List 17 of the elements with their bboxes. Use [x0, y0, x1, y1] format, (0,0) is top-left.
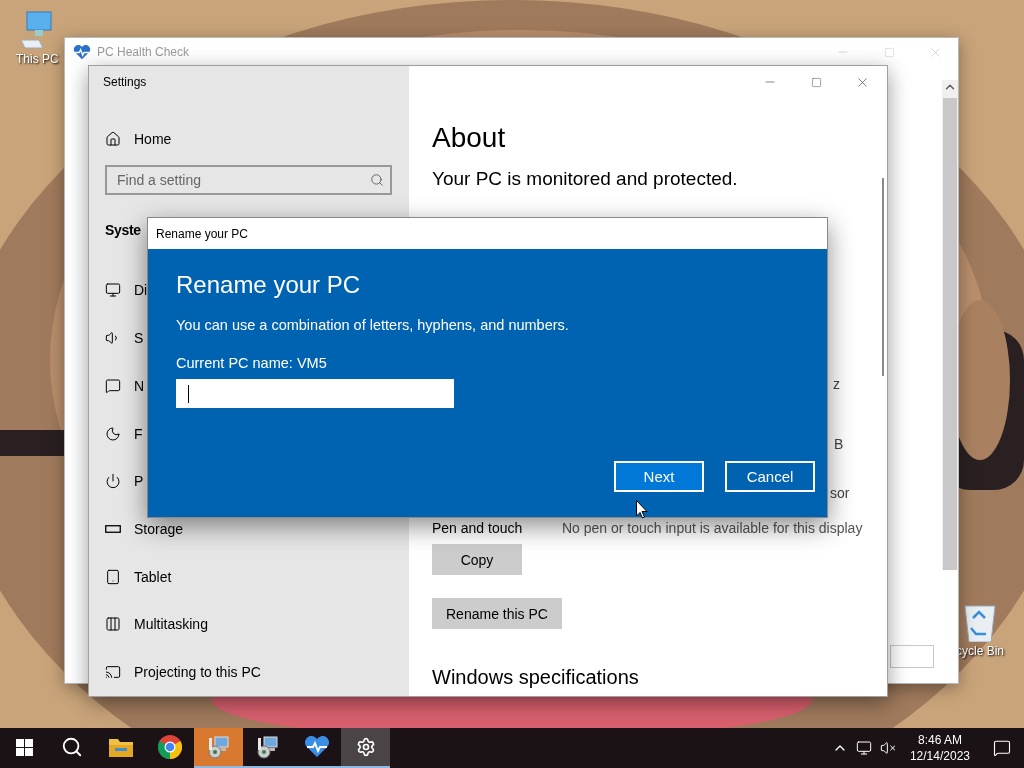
spec-value: No pen or touch input is available for this display	[562, 520, 863, 536]
time-text: 8:46 AM	[917, 732, 962, 748]
window-title: Settings	[103, 75, 148, 91]
status-text: Your PC is monitored and protected.	[432, 168, 738, 190]
spec-label: Pen and touch	[432, 520, 522, 536]
section-heading: Windows specifications	[432, 666, 639, 689]
current-name-text: Current PC name: VM5	[176, 355, 328, 371]
spec-value: z	[833, 376, 840, 392]
dialog-description: You can use a combination of letters, hyphens, and numbers.	[176, 317, 570, 333]
spec-value: sor	[830, 485, 850, 501]
dialog-title: Rename your PC	[156, 226, 249, 241]
section-label: Syste	[105, 222, 141, 239]
spec-value: B	[834, 436, 844, 452]
page-heading: About	[432, 122, 506, 154]
date-text: 12/14/2023	[909, 748, 970, 764]
window-title: PC Health Check	[97, 45, 191, 59]
dialog-heading: Rename your PC	[176, 271, 362, 299]
